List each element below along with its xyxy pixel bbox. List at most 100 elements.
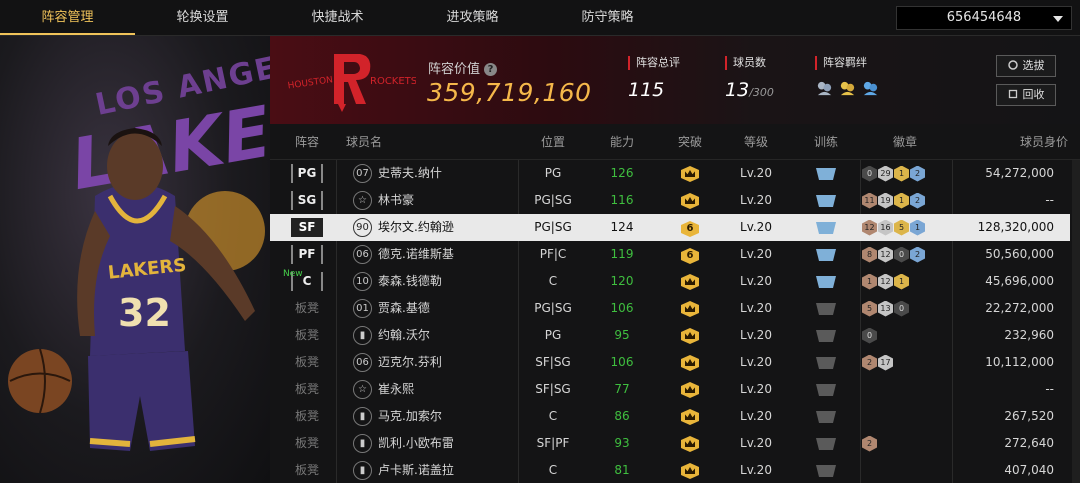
- training-cell[interactable]: [796, 430, 856, 457]
- table-row[interactable]: PG 07 史蒂夫.纳什 PG 126 Lv.20 0 29 1 2 54,272,000: [270, 160, 1070, 187]
- player-name[interactable]: 迈克尔.芬利: [378, 349, 442, 376]
- lineup-slot[interactable]: 板凳: [278, 376, 336, 403]
- badge-icon[interactable]: 1: [894, 192, 909, 209]
- training-icon[interactable]: [816, 357, 836, 369]
- table-row[interactable]: SG ☆ 林书豪 PG|SG 116 Lv.20 11 19 1 2 --: [270, 187, 1070, 214]
- bond-icon-silver[interactable]: [815, 79, 834, 98]
- table-row[interactable]: 板凳 ☆ 崔永熙 SF|SG 77 Lv.20 --: [270, 376, 1070, 403]
- badge-icon[interactable]: 16: [878, 219, 893, 236]
- training-cell[interactable]: [796, 160, 856, 187]
- badge-icon[interactable]: 29: [878, 165, 893, 182]
- badge-icon[interactable]: 5: [862, 300, 877, 317]
- col-position[interactable]: 位置: [518, 124, 588, 160]
- player-name[interactable]: 贾森.基德: [378, 295, 430, 322]
- scrollbar[interactable]: [1072, 160, 1080, 483]
- training-cell[interactable]: [796, 322, 856, 349]
- player-name[interactable]: 埃尔文.约翰逊: [378, 214, 454, 241]
- training-icon[interactable]: [816, 168, 836, 180]
- lineup-slot[interactable]: 板凳: [278, 322, 336, 349]
- training-icon[interactable]: [816, 438, 836, 450]
- training-cell[interactable]: [796, 268, 856, 295]
- lineup-slot[interactable]: SF: [278, 214, 336, 241]
- tab-offense[interactable]: 进攻策略: [405, 0, 540, 35]
- col-ability[interactable]: 能力: [592, 124, 652, 160]
- badge-icon[interactable]: 1: [910, 219, 925, 236]
- training-cell[interactable]: [796, 187, 856, 214]
- training-cell[interactable]: [796, 295, 856, 322]
- badge-icon[interactable]: 0: [894, 300, 909, 317]
- player-name[interactable]: 史蒂夫.纳什: [378, 160, 442, 187]
- table-row[interactable]: 板凳 ▮ 约翰.沃尔 PG 95 Lv.20 0 232,960: [270, 322, 1070, 349]
- recycle-button[interactable]: 回收: [996, 84, 1056, 106]
- badge-icon[interactable]: 12: [878, 273, 893, 290]
- select-button[interactable]: 选拔: [996, 55, 1056, 77]
- badge-icon[interactable]: 0: [862, 327, 877, 344]
- training-cell[interactable]: [796, 376, 856, 403]
- account-select[interactable]: 656454648: [896, 6, 1072, 30]
- player-name[interactable]: 崔永熙: [378, 376, 414, 403]
- player-name[interactable]: 卢卡斯.诺盖拉: [378, 457, 454, 483]
- training-icon[interactable]: [816, 303, 836, 315]
- player-name[interactable]: 林书豪: [378, 187, 414, 214]
- badge-icon[interactable]: 13: [878, 300, 893, 317]
- badge-icon[interactable]: 2: [862, 354, 877, 371]
- training-icon[interactable]: [816, 249, 836, 261]
- badge-icon[interactable]: 8: [862, 246, 877, 263]
- lineup-slot[interactable]: SG: [278, 187, 336, 214]
- training-icon[interactable]: [816, 222, 836, 234]
- tab-rotation[interactable]: 轮换设置: [135, 0, 270, 35]
- lineup-slot[interactable]: 板凳: [278, 349, 336, 376]
- training-cell[interactable]: [796, 403, 856, 430]
- table-row[interactable]: 板凳 ▮ 卢卡斯.诺盖拉 C 81 Lv.20 407,040: [270, 457, 1070, 483]
- training-cell[interactable]: [796, 214, 856, 241]
- lineup-slot[interactable]: 板凳: [278, 430, 336, 457]
- col-name[interactable]: 球员名: [346, 124, 406, 160]
- lineup-slot[interactable]: New C: [278, 268, 336, 295]
- lineup-slot[interactable]: 板凳: [278, 403, 336, 430]
- tab-defense[interactable]: 防守策略: [540, 0, 675, 35]
- training-icon[interactable]: [816, 195, 836, 207]
- badge-icon[interactable]: 1: [894, 165, 909, 182]
- badge-icon[interactable]: 2: [910, 246, 925, 263]
- table-row[interactable]: New C 10 泰森.钱德勒 C 120 Lv.20 1 12 1 45,696,000: [270, 268, 1070, 295]
- player-name[interactable]: 马克.加索尔: [378, 403, 442, 430]
- badge-icon[interactable]: 12: [878, 246, 893, 263]
- col-training[interactable]: 训练: [796, 124, 856, 160]
- tab-quick-tactics[interactable]: 快捷战术: [270, 0, 405, 35]
- training-icon[interactable]: [816, 330, 836, 342]
- training-icon[interactable]: [816, 411, 836, 423]
- help-icon[interactable]: ?: [484, 63, 498, 76]
- badge-icon[interactable]: 5: [894, 219, 909, 236]
- badge-icon[interactable]: 2: [910, 192, 925, 209]
- training-cell[interactable]: [796, 241, 856, 268]
- badge-icon[interactable]: 11: [862, 192, 877, 209]
- col-breakthrough[interactable]: 突破: [660, 124, 720, 160]
- training-icon[interactable]: [816, 276, 836, 288]
- table-row[interactable]: PF 06 德克.诺维斯基 PF|C 119 6 Lv.20 8 12 0 2 50,560,000: [270, 241, 1070, 268]
- lineup-slot[interactable]: PG: [278, 160, 336, 187]
- bond-icon-gold[interactable]: [838, 79, 857, 98]
- training-icon[interactable]: [816, 465, 836, 477]
- lineup-slot[interactable]: PF: [278, 241, 336, 268]
- badge-icon[interactable]: 0: [894, 246, 909, 263]
- training-cell[interactable]: [796, 349, 856, 376]
- table-row[interactable]: 板凳 ▮ 马克.加索尔 C 86 Lv.20 267,520: [270, 403, 1070, 430]
- badge-icon[interactable]: 1: [894, 273, 909, 290]
- badge-icon[interactable]: 0: [862, 165, 877, 182]
- col-badges[interactable]: 徽章: [875, 124, 935, 160]
- player-name[interactable]: 德克.诺维斯基: [378, 241, 454, 268]
- lineup-slot[interactable]: 板凳: [278, 295, 336, 322]
- badge-icon[interactable]: 19: [878, 192, 893, 209]
- player-name[interactable]: 凯利.小欧布雷: [378, 430, 454, 457]
- lineup-slot[interactable]: 板凳: [278, 457, 336, 483]
- player-name[interactable]: 约翰.沃尔: [378, 322, 430, 349]
- col-slot[interactable]: 阵容: [278, 124, 336, 160]
- training-icon[interactable]: [816, 384, 836, 396]
- training-cell[interactable]: [796, 457, 856, 483]
- col-value[interactable]: 球员身价: [982, 124, 1068, 160]
- table-row[interactable]: 板凳 06 迈克尔.芬利 SF|SG 106 Lv.20 2 17 10,112,000: [270, 349, 1070, 376]
- badge-icon[interactable]: 2: [910, 165, 925, 182]
- badge-icon[interactable]: 12: [862, 219, 877, 236]
- badge-icon[interactable]: 2: [862, 435, 877, 452]
- player-name[interactable]: 泰森.钱德勒: [378, 268, 442, 295]
